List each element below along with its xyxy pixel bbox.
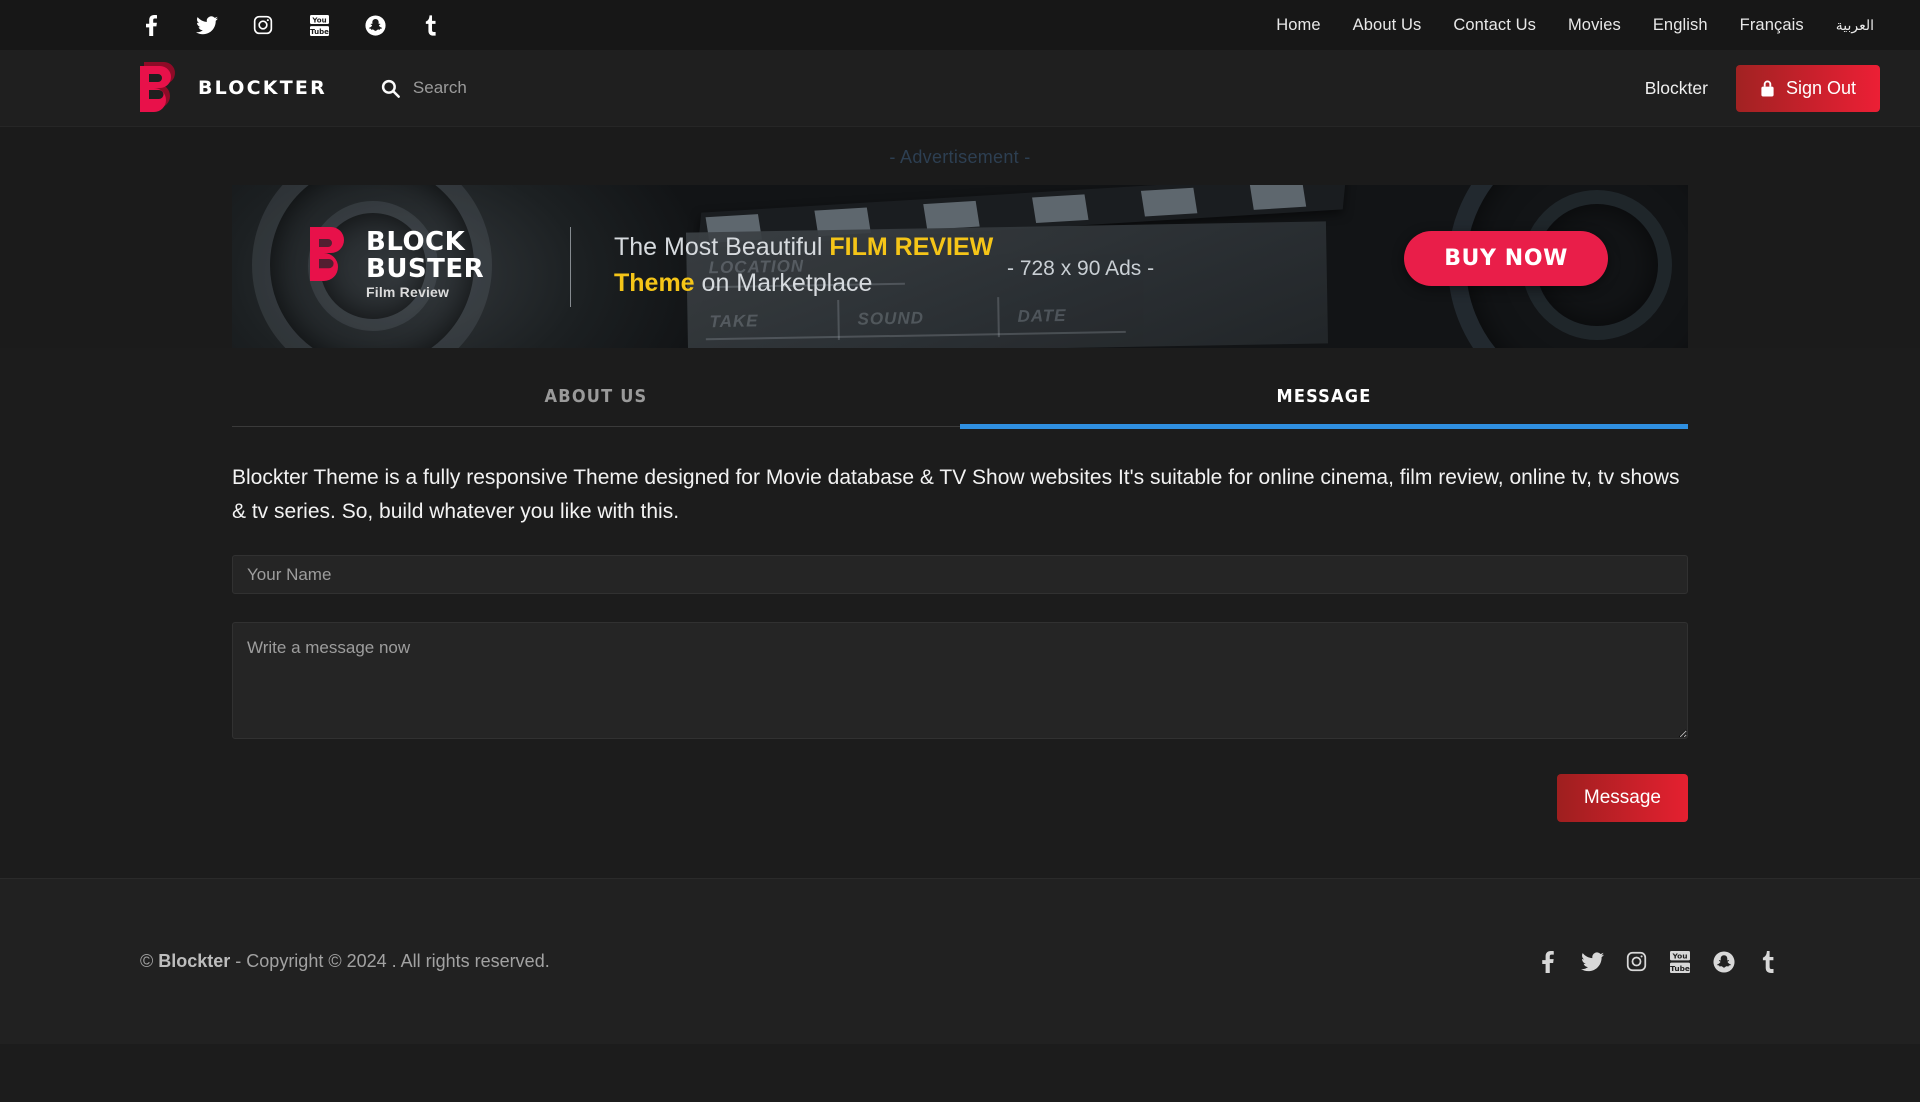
brand-logo[interactable]: BLOCKTER <box>140 60 327 116</box>
tab-about-us[interactable]: ABOUT US <box>232 370 960 426</box>
site-footer: © Blockter - Copyright © 2024 . All righ… <box>0 878 1920 1045</box>
advertisement-zone: - Advertisement - LOCATION TAKE SOUND DA… <box>0 127 1920 348</box>
ad-logo-line1: BLOCK <box>366 227 466 258</box>
tab-bar: ABOUT US MESSAGE <box>232 370 1688 429</box>
ad-logo-line3: Film Review <box>366 284 450 301</box>
clapper-sound-text: SOUND <box>857 308 925 329</box>
clapper-take-text: TAKE <box>709 311 759 332</box>
facebook-icon[interactable] <box>1536 950 1560 974</box>
ad-copy-line2-highlight: Theme <box>614 269 695 298</box>
ad-copy-line2-plain: on Marketplace <box>694 269 873 298</box>
lang-english[interactable]: English <box>1637 16 1724 35</box>
copyright-text: © Blockter - Copyright © 2024 . All righ… <box>140 951 550 972</box>
message-submit-button[interactable]: Message <box>1556 774 1688 823</box>
sign-out-button[interactable]: Sign Out <box>1735 64 1880 112</box>
ad-copy: The Most Beautiful FILM REVIEW Theme on … <box>614 229 993 302</box>
ad-copy-line1-highlight: FILM REVIEW <box>829 233 994 261</box>
lock-icon <box>1760 79 1775 97</box>
advertisement-banner[interactable]: LOCATION TAKE SOUND DATE BLOCK BUSTER Fi… <box>232 185 1688 348</box>
your-name-input[interactable] <box>232 555 1688 595</box>
svg-text:Tube: Tube <box>1670 963 1690 972</box>
lang-french[interactable]: Français <box>1724 16 1820 35</box>
topbar-nav: Home About Us Contact Us Movies English … <box>1260 16 1880 35</box>
search-icon <box>381 79 400 98</box>
site-header: BLOCKTER Blockter Sign Out <box>0 50 1920 127</box>
copyright-brand: Blockter <box>158 951 231 972</box>
ad-divider <box>570 227 571 307</box>
top-bar: You Tube Home About Us Contact Us Movies … <box>0 0 1920 50</box>
tumblr-icon[interactable] <box>420 14 442 36</box>
brand-name: BLOCKTER <box>198 77 327 99</box>
copyright-prefix: © <box>140 951 159 972</box>
search-input[interactable] <box>412 78 673 98</box>
intro-paragraph: Blockter Theme is a fully responsive The… <box>232 466 1680 524</box>
clapper-date-text: DATE <box>1017 305 1067 326</box>
blockbuster-ad-logo: BLOCK BUSTER Film Review <box>310 225 484 304</box>
facebook-icon[interactable] <box>140 14 162 36</box>
snapchat-icon[interactable] <box>1712 950 1736 974</box>
twitter-icon[interactable] <box>1580 950 1604 974</box>
header-right: Blockter Sign Out <box>1645 64 1880 112</box>
snapchat-icon[interactable] <box>364 14 386 36</box>
ad-copy-line-2: Theme on Marketplace <box>614 265 993 301</box>
sign-out-label: Sign Out <box>1785 77 1856 98</box>
ad-size-text: - 728 x 90 Ads - <box>1007 257 1155 280</box>
ad-copy-line-1: The Most Beautiful FILM REVIEW <box>614 229 993 265</box>
nav-item-movies[interactable]: Movies <box>1552 16 1637 35</box>
message-textarea[interactable] <box>232 622 1688 740</box>
blockbuster-b-logo-icon <box>310 225 352 304</box>
ad-copy-line1-plain: The Most Beautiful <box>614 233 830 261</box>
svg-text:You: You <box>1671 951 1687 960</box>
copyright-suffix: - Copyright © 2024 . All rights reserved… <box>230 951 550 972</box>
nav-item-home[interactable]: Home <box>1260 16 1336 35</box>
advertisement-label: - Advertisement - <box>889 147 1031 167</box>
nav-item-contact-us[interactable]: Contact Us <box>1437 16 1552 35</box>
twitter-icon[interactable] <box>196 14 218 36</box>
nav-item-about-us[interactable]: About Us <box>1337 16 1438 35</box>
account-username[interactable]: Blockter <box>1645 78 1708 99</box>
main-content: ABOUT US MESSAGE Blockter Theme is a ful… <box>232 348 1688 823</box>
instagram-icon[interactable] <box>252 14 274 36</box>
instagram-icon[interactable] <box>1624 950 1648 974</box>
submit-row: Message <box>232 744 1688 823</box>
footer-social-links: You Tube <box>1536 950 1780 974</box>
lang-arabic[interactable]: العربية <box>1820 17 1880 34</box>
search-box[interactable] <box>381 78 673 98</box>
tab-message[interactable]: MESSAGE <box>960 370 1688 429</box>
buy-now-button[interactable]: BUY NOW <box>1404 231 1608 286</box>
blockter-b-logo-icon <box>140 60 184 116</box>
youtube-icon[interactable]: You Tube <box>308 14 330 36</box>
svg-text:Tube: Tube <box>310 26 329 35</box>
ad-logo-line2: BUSTER <box>366 253 485 284</box>
topbar-social-links: You Tube <box>140 14 442 36</box>
youtube-icon[interactable]: You Tube <box>1668 950 1692 974</box>
svg-text:You: You <box>311 15 326 24</box>
tumblr-icon[interactable] <box>1756 950 1780 974</box>
